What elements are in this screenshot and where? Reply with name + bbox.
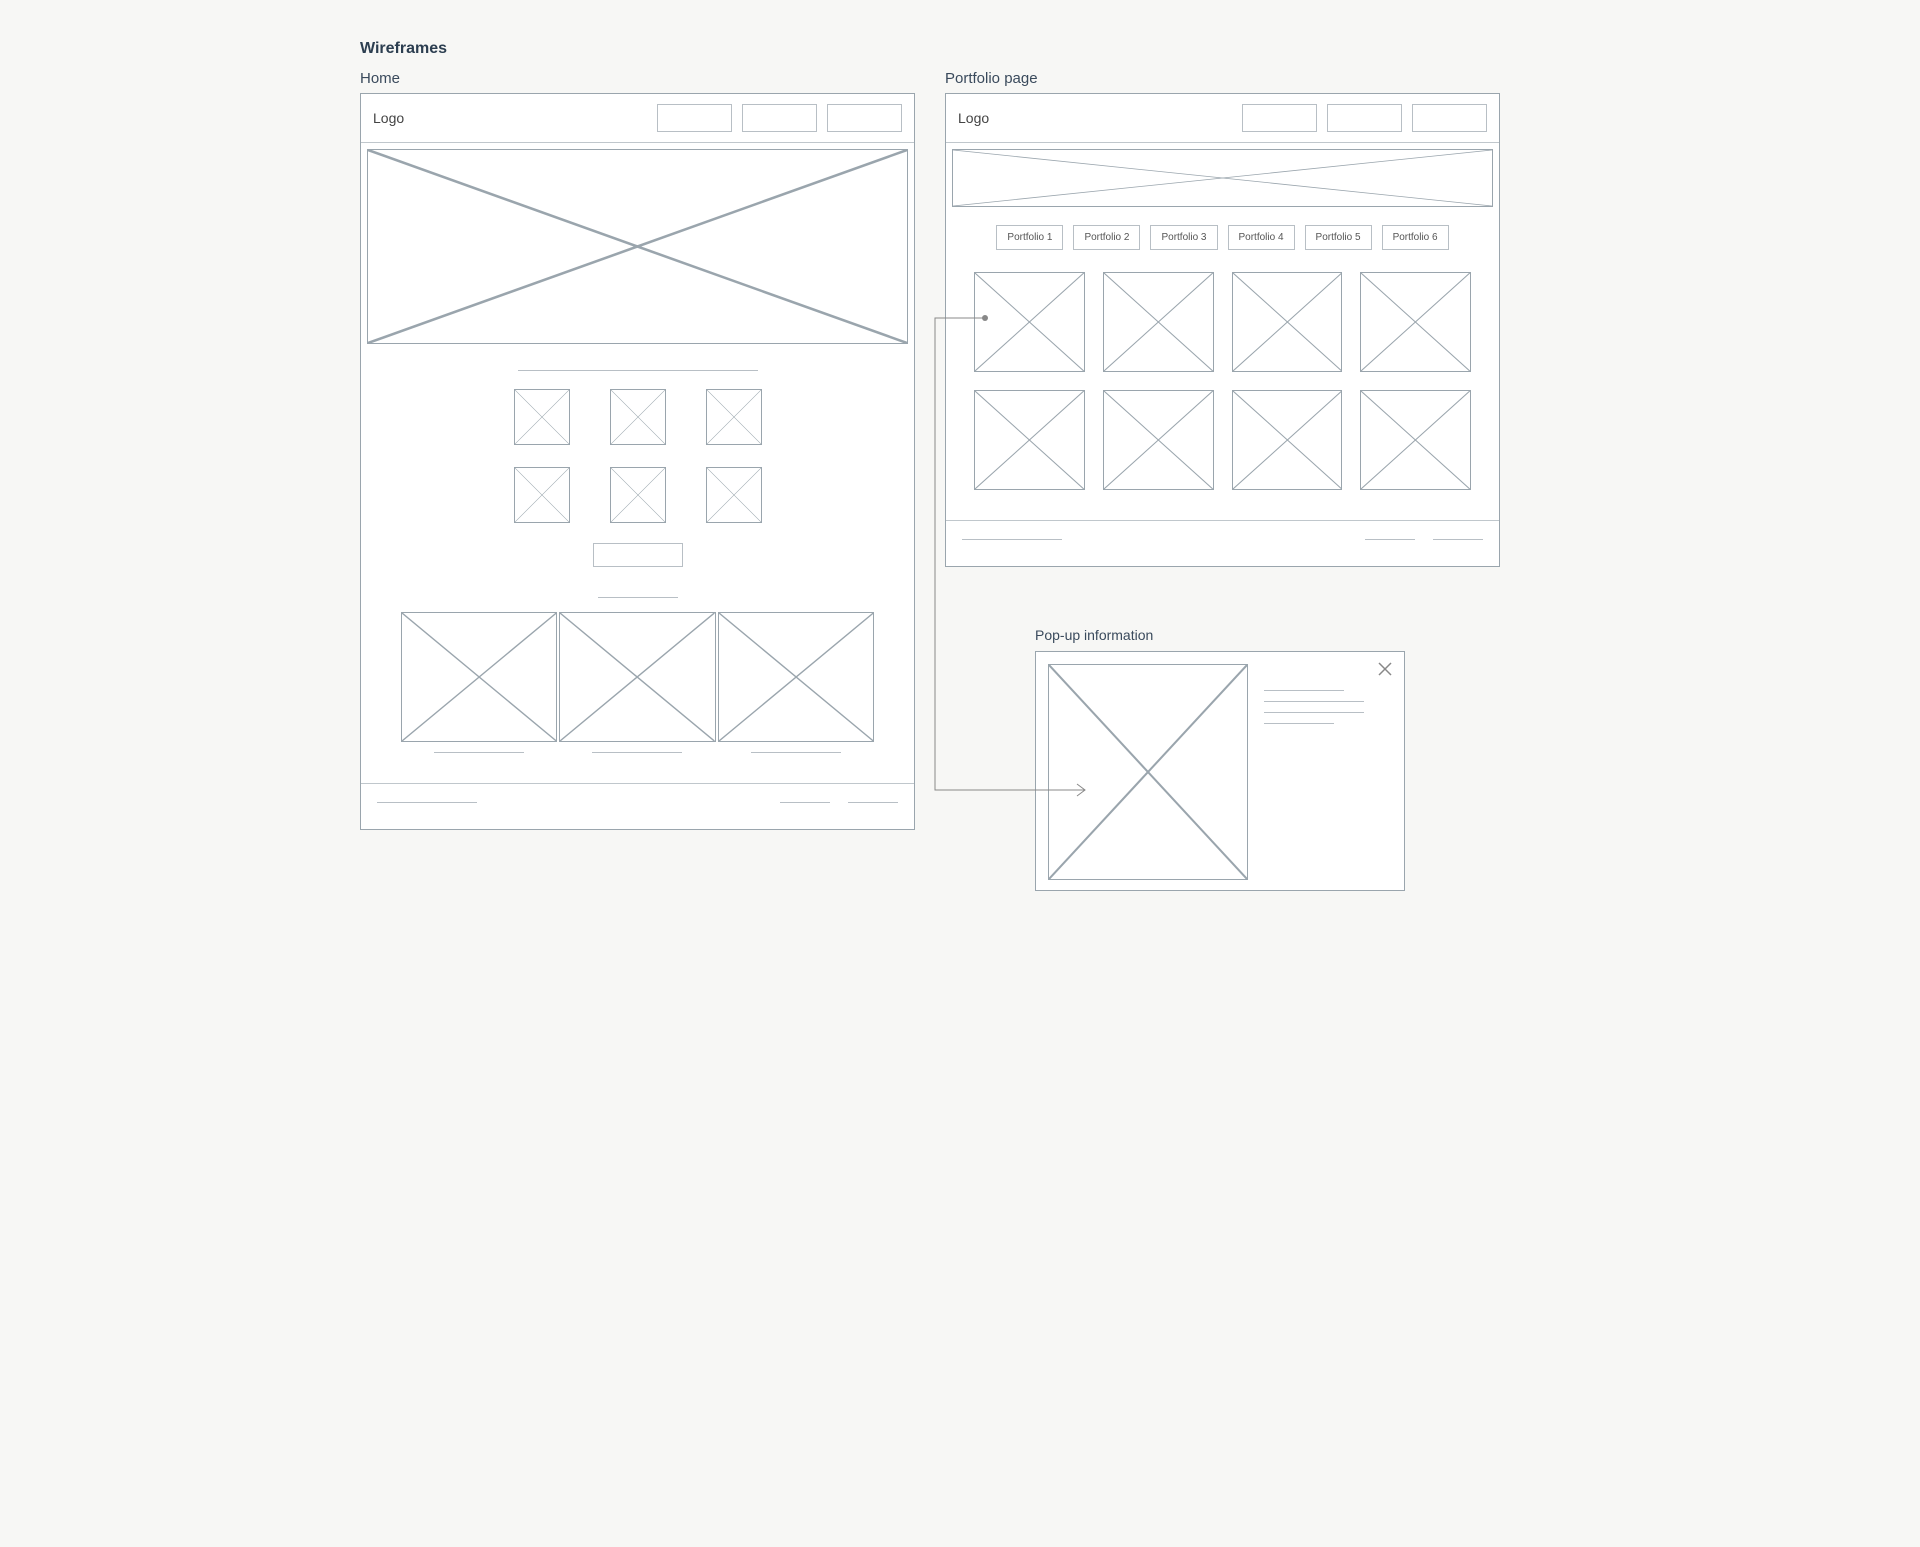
footer-text-line [377, 802, 477, 803]
popup-wireframe [1035, 651, 1405, 891]
caption-line [751, 752, 841, 753]
icon-grid [361, 389, 914, 523]
portfolio-item[interactable] [974, 272, 1085, 372]
portfolio-tab[interactable]: Portfolio 3 [1150, 225, 1217, 250]
portfolio-item[interactable] [1103, 272, 1214, 372]
grid-item[interactable] [610, 467, 666, 523]
card[interactable] [718, 612, 874, 742]
portfolio-nav [1242, 104, 1487, 132]
card[interactable] [401, 612, 557, 742]
home-footer [361, 783, 914, 829]
caption-line [592, 752, 682, 753]
close-icon[interactable] [1378, 662, 1392, 676]
portfolio-item[interactable] [1232, 272, 1343, 372]
info-line [1264, 701, 1364, 702]
caption-line [434, 752, 524, 753]
footer-text-line [962, 539, 1062, 540]
grid-item[interactable] [610, 389, 666, 445]
card[interactable] [559, 612, 715, 742]
portfolio-header: Logo [946, 94, 1499, 143]
home-nav [657, 104, 902, 132]
hero-small-placeholder [952, 149, 1493, 207]
footer-link-line [1433, 539, 1483, 540]
subheading-line [598, 597, 678, 598]
cards-row [361, 612, 914, 742]
portfolio-item[interactable] [1232, 390, 1343, 490]
portfolio-tab[interactable]: Portfolio 2 [1073, 225, 1140, 250]
portfolio-item[interactable] [974, 390, 1085, 490]
home-logo: Logo [373, 110, 404, 126]
footer-link-line [848, 802, 898, 803]
footer-link-line [1365, 539, 1415, 540]
portfolio-item[interactable] [1360, 390, 1471, 490]
grid-item[interactable] [514, 467, 570, 523]
portfolio-logo: Logo [958, 110, 989, 126]
cta-button[interactable] [593, 543, 683, 567]
popup-image-placeholder [1048, 664, 1248, 880]
home-wireframe: Logo [360, 93, 915, 830]
nav-item[interactable] [1412, 104, 1487, 132]
portfolio-tab[interactable]: Portfolio 6 [1382, 225, 1449, 250]
portfolio-tab[interactable]: Portfolio 1 [996, 225, 1063, 250]
nav-item[interactable] [1327, 104, 1402, 132]
section-title: Wireframes [360, 40, 1560, 58]
nav-item[interactable] [657, 104, 732, 132]
portfolio-grid [946, 262, 1499, 520]
portfolio-wireframe: Logo Portfolio 1 Portfolio 2 Portfolio 3… [945, 93, 1500, 567]
hero-placeholder [367, 149, 908, 344]
grid-item[interactable] [706, 467, 762, 523]
nav-item[interactable] [1242, 104, 1317, 132]
grid-item[interactable] [514, 389, 570, 445]
portfolio-label: Portfolio page [945, 70, 1500, 87]
portfolio-item[interactable] [1103, 390, 1214, 490]
portfolio-item[interactable] [1360, 272, 1471, 372]
nav-item[interactable] [827, 104, 902, 132]
home-label: Home [360, 70, 915, 87]
portfolio-tab[interactable]: Portfolio 5 [1305, 225, 1372, 250]
info-line [1264, 712, 1364, 713]
portfolio-footer [946, 520, 1499, 566]
portfolio-tab[interactable]: Portfolio 4 [1228, 225, 1295, 250]
nav-item[interactable] [742, 104, 817, 132]
footer-link-line [780, 802, 830, 803]
popup-info [1264, 664, 1392, 878]
home-header: Logo [361, 94, 914, 143]
portfolio-tabs: Portfolio 1 Portfolio 2 Portfolio 3 Port… [946, 213, 1499, 262]
card-captions [361, 752, 914, 783]
popup-label: Pop-up information [1035, 627, 1500, 643]
info-line [1264, 723, 1334, 724]
info-line [1264, 690, 1344, 691]
heading-line [518, 370, 758, 371]
grid-item[interactable] [706, 389, 762, 445]
